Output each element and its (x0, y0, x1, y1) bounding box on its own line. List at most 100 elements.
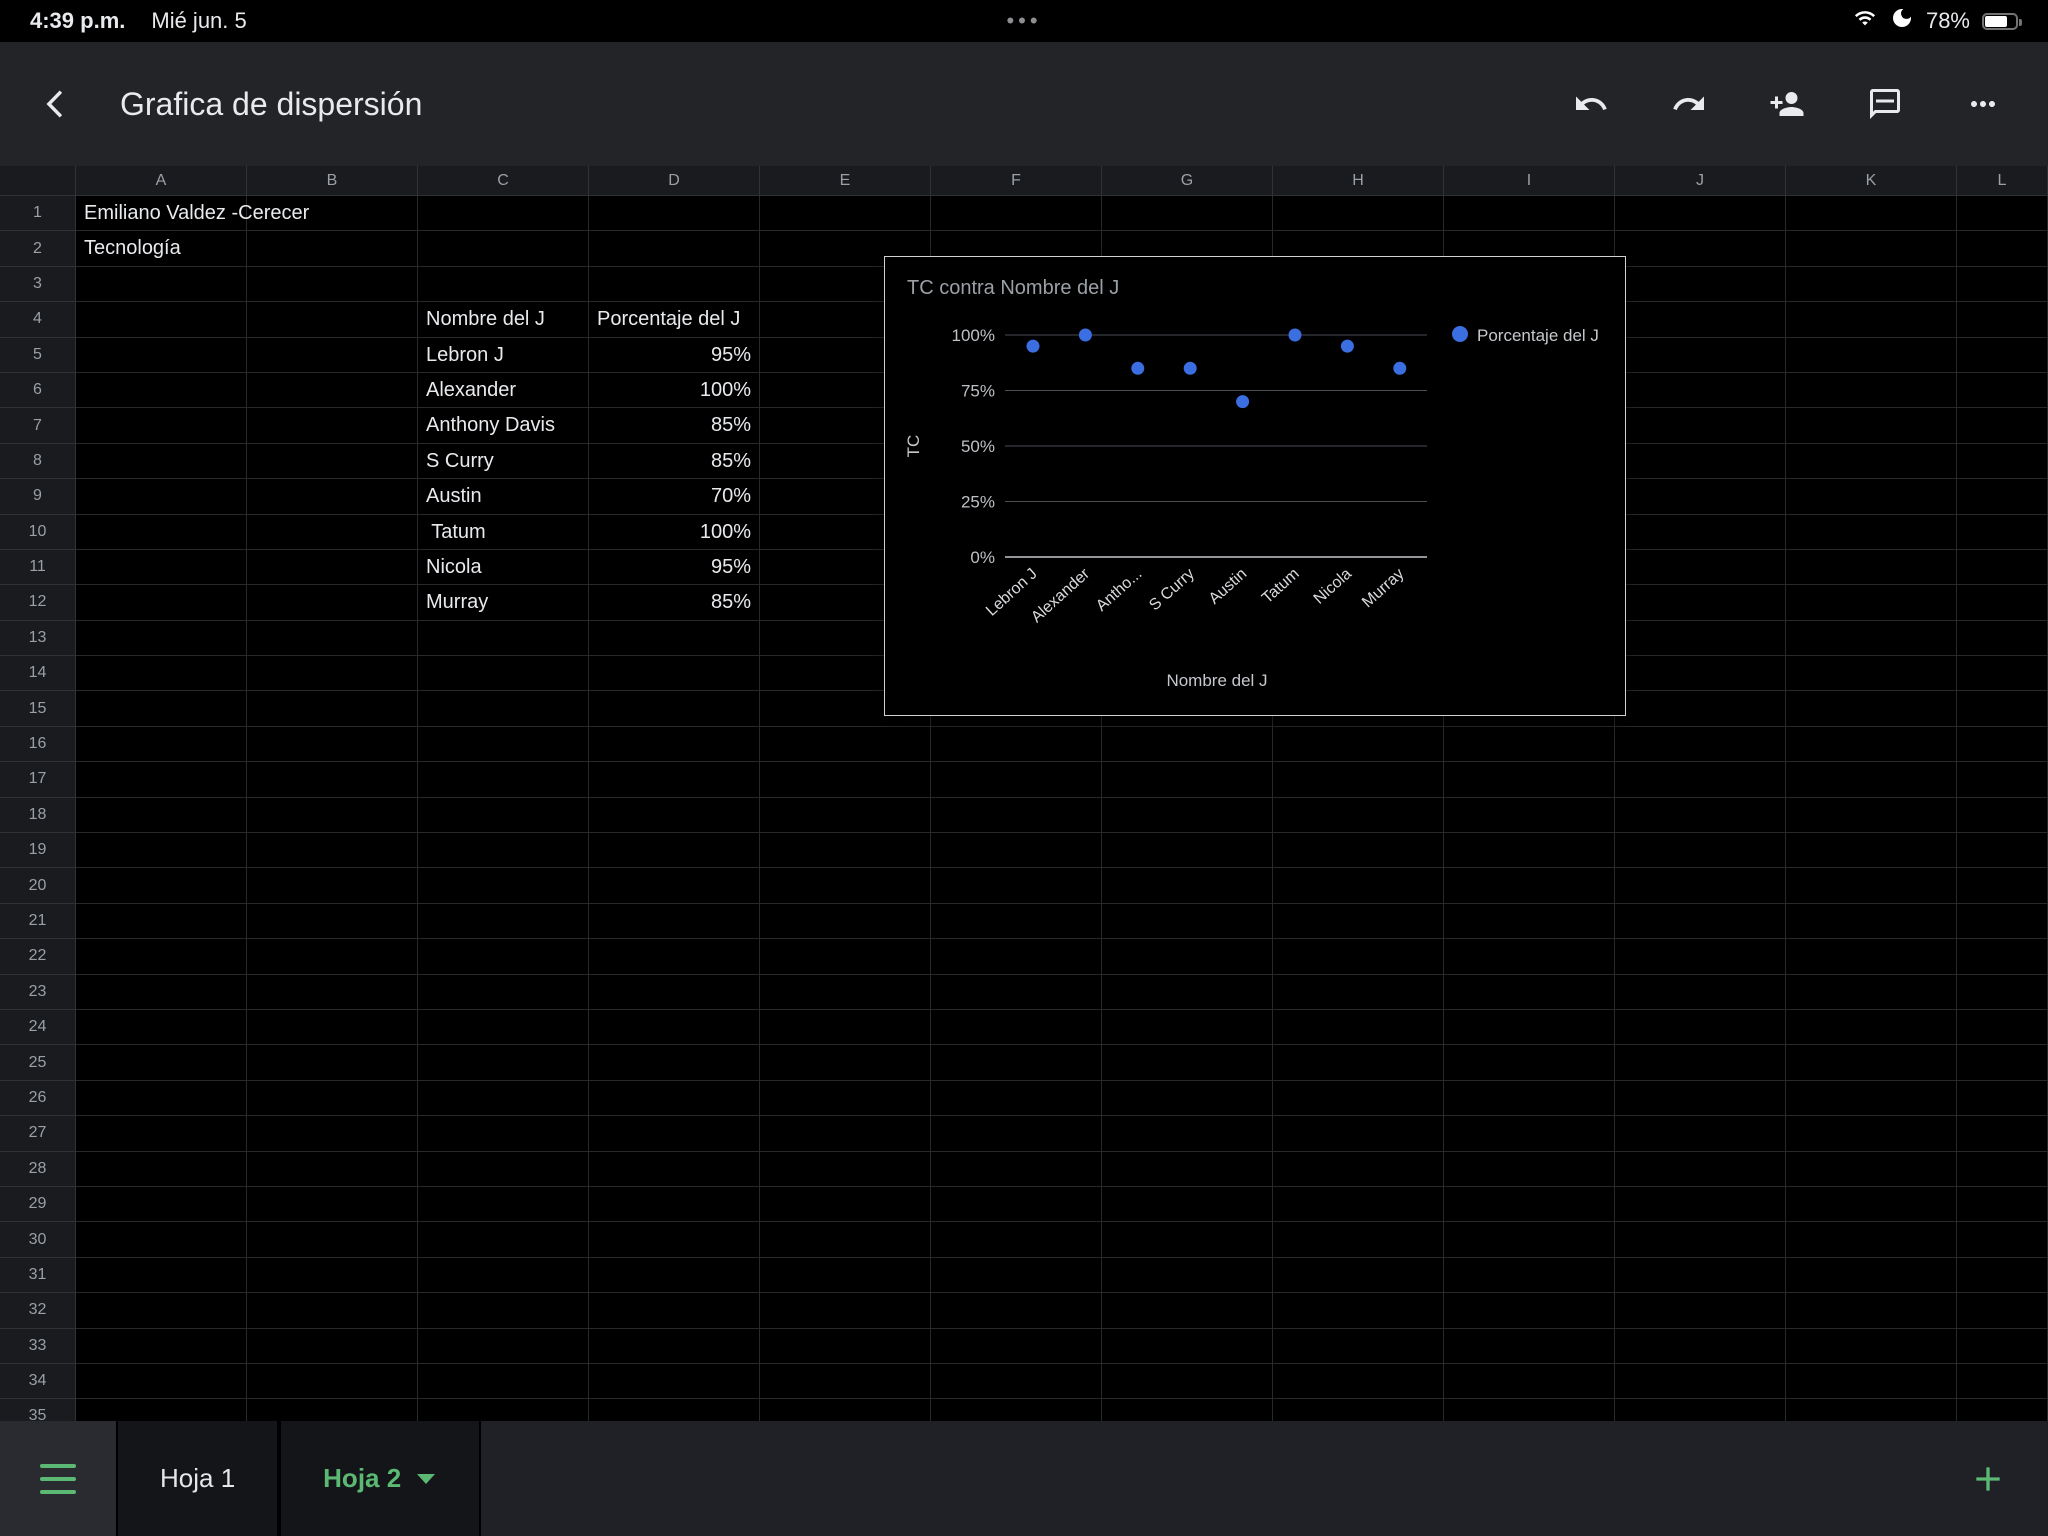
cell-B16[interactable] (247, 727, 418, 762)
cell-C26[interactable] (418, 1081, 589, 1116)
cell-A33[interactable] (76, 1329, 247, 1364)
cell-A32[interactable] (76, 1293, 247, 1328)
column-header-B[interactable]: B (247, 166, 418, 196)
row-header-33[interactable]: 33 (0, 1329, 76, 1364)
cell-C28[interactable] (418, 1152, 589, 1187)
cell-L17[interactable] (1957, 762, 2048, 797)
cell-B13[interactable] (247, 621, 418, 656)
cell-G34[interactable] (1102, 1364, 1273, 1399)
row-header-27[interactable]: 27 (0, 1116, 76, 1151)
cell-F25[interactable] (931, 1045, 1102, 1080)
cell-C10[interactable]: Tatum (418, 515, 589, 550)
cell-F29[interactable] (931, 1187, 1102, 1222)
cell-L24[interactable] (1957, 1010, 2048, 1045)
cell-C4[interactable]: Nombre del J (418, 302, 589, 337)
cell-C31[interactable] (418, 1258, 589, 1293)
cell-C14[interactable] (418, 656, 589, 691)
cell-A19[interactable] (76, 833, 247, 868)
cell-G33[interactable] (1102, 1329, 1273, 1364)
cell-L13[interactable] (1957, 621, 2048, 656)
cell-L7[interactable] (1957, 408, 2048, 443)
cell-L11[interactable] (1957, 550, 2048, 585)
cell-G23[interactable] (1102, 975, 1273, 1010)
row-header-14[interactable]: 14 (0, 656, 76, 691)
cell-A16[interactable] (76, 727, 247, 762)
cell-D8[interactable]: 85% (589, 444, 760, 479)
row-header-21[interactable]: 21 (0, 904, 76, 939)
cell-L31[interactable] (1957, 1258, 2048, 1293)
cell-G27[interactable] (1102, 1116, 1273, 1151)
cell-H32[interactable] (1273, 1293, 1444, 1328)
cell-C22[interactable] (418, 939, 589, 974)
cell-A9[interactable] (76, 479, 247, 514)
row-header-12[interactable]: 12 (0, 585, 76, 620)
cell-J23[interactable] (1615, 975, 1786, 1010)
cell-K21[interactable] (1786, 904, 1957, 939)
cell-A17[interactable] (76, 762, 247, 797)
cell-B9[interactable] (247, 479, 418, 514)
cell-C2[interactable] (418, 231, 589, 266)
cell-K28[interactable] (1786, 1152, 1957, 1187)
cell-C6[interactable]: Alexander (418, 373, 589, 408)
cell-J11[interactable] (1615, 550, 1786, 585)
cell-C15[interactable] (418, 691, 589, 726)
cell-K30[interactable] (1786, 1222, 1957, 1257)
cell-A12[interactable] (76, 585, 247, 620)
cell-J27[interactable] (1615, 1116, 1786, 1151)
cell-D5[interactable]: 95% (589, 338, 760, 373)
cell-J25[interactable] (1615, 1045, 1786, 1080)
cell-E16[interactable] (760, 727, 931, 762)
cell-F26[interactable] (931, 1081, 1102, 1116)
cell-C19[interactable] (418, 833, 589, 868)
cell-L18[interactable] (1957, 798, 2048, 833)
cell-B27[interactable] (247, 1116, 418, 1151)
row-header-23[interactable]: 23 (0, 975, 76, 1010)
row-header-15[interactable]: 15 (0, 691, 76, 726)
cell-A21[interactable] (76, 904, 247, 939)
cell-G1[interactable] (1102, 196, 1273, 231)
cell-K18[interactable] (1786, 798, 1957, 833)
cell-I31[interactable] (1444, 1258, 1615, 1293)
cell-D30[interactable] (589, 1222, 760, 1257)
cell-A3[interactable] (76, 267, 247, 302)
cell-C32[interactable] (418, 1293, 589, 1328)
cell-D17[interactable] (589, 762, 760, 797)
cell-A2[interactable]: Tecnología (76, 231, 247, 266)
cell-B8[interactable] (247, 444, 418, 479)
cell-H29[interactable] (1273, 1187, 1444, 1222)
cell-D32[interactable] (589, 1293, 760, 1328)
cell-B15[interactable] (247, 691, 418, 726)
cell-F24[interactable] (931, 1010, 1102, 1045)
cell-K9[interactable] (1786, 479, 1957, 514)
cell-K14[interactable] (1786, 656, 1957, 691)
cell-A25[interactable] (76, 1045, 247, 1080)
row-header-10[interactable]: 10 (0, 515, 76, 550)
cell-J8[interactable] (1615, 444, 1786, 479)
row-header-8[interactable]: 8 (0, 444, 76, 479)
cell-G29[interactable] (1102, 1187, 1273, 1222)
cell-J33[interactable] (1615, 1329, 1786, 1364)
cell-B30[interactable] (247, 1222, 418, 1257)
cell-D13[interactable] (589, 621, 760, 656)
cell-F22[interactable] (931, 939, 1102, 974)
cell-L33[interactable] (1957, 1329, 2048, 1364)
cell-A13[interactable] (76, 621, 247, 656)
row-header-7[interactable]: 7 (0, 408, 76, 443)
cell-L4[interactable] (1957, 302, 2048, 337)
cell-I22[interactable] (1444, 939, 1615, 974)
cell-L34[interactable] (1957, 1364, 2048, 1399)
cell-J15[interactable] (1615, 691, 1786, 726)
cell-I25[interactable] (1444, 1045, 1615, 1080)
cell-D14[interactable] (589, 656, 760, 691)
row-header-28[interactable]: 28 (0, 1152, 76, 1187)
add-sheet-button[interactable] (1928, 1421, 2048, 1536)
cell-G25[interactable] (1102, 1045, 1273, 1080)
cell-B14[interactable] (247, 656, 418, 691)
cell-G28[interactable] (1102, 1152, 1273, 1187)
cell-B12[interactable] (247, 585, 418, 620)
comment-button[interactable] (1864, 83, 1906, 125)
cell-K2[interactable] (1786, 231, 1957, 266)
cell-K31[interactable] (1786, 1258, 1957, 1293)
cell-B25[interactable] (247, 1045, 418, 1080)
cell-F18[interactable] (931, 798, 1102, 833)
